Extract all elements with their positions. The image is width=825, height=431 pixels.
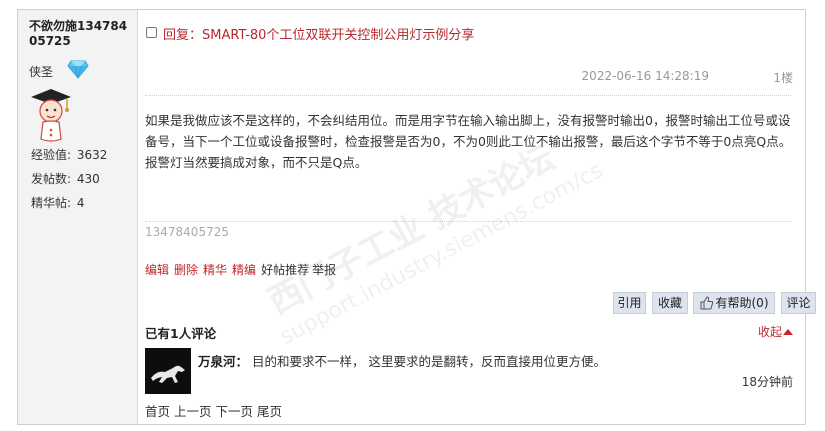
collapse-comments[interactable]: 收起 xyxy=(758,323,793,340)
stat-posts: 发帖数: 430 xyxy=(29,170,100,187)
stat-value: 3632 xyxy=(76,148,108,162)
helpful-label: 有帮助(0) xyxy=(715,296,769,310)
stat-value: 4 xyxy=(76,196,85,210)
comments-header: 已有1人评论 xyxy=(145,326,217,341)
divider xyxy=(145,221,791,222)
stat-essence: 精华帖: 4 xyxy=(29,194,85,211)
post-main: 回复：SMART-80个工位双联开关控制公用灯示例分享 2022-06-16 1… xyxy=(138,10,816,424)
comment-text: 目的和要求不一样， 这里要求的是翻转，反而直接用位更方便。 xyxy=(252,354,606,369)
post-date: 2022-06-16 14:28:19 xyxy=(581,69,709,83)
comment-button[interactable]: 评论 xyxy=(781,292,816,314)
post-title[interactable]: 回复：SMART-80个工位双联开关控制公用灯示例分享 xyxy=(163,24,474,43)
diamond-icon xyxy=(67,59,89,82)
helpful-button[interactable]: 有帮助(0) xyxy=(693,292,775,314)
user-avatar-icon[interactable] xyxy=(29,87,73,148)
select-checkbox[interactable] xyxy=(146,27,157,38)
user-rank: 侠圣 xyxy=(29,65,54,79)
next-page-link[interactable]: 下一页 xyxy=(216,404,254,419)
last-page-link[interactable]: 尾页 xyxy=(257,404,282,419)
collapse-arrow-icon xyxy=(783,329,793,335)
floor-number: 1楼 xyxy=(773,71,793,85)
collapse-label: 收起 xyxy=(757,325,782,339)
user-sidebar: 不欲勿施13478405725 侠圣 经验值: 3632 发帖数: 430 精华… xyxy=(18,10,138,424)
post-container: 不欲勿施13478405725 侠圣 经验值: 3632 发帖数: 430 精华… xyxy=(17,9,816,425)
report-link[interactable]: 举报 xyxy=(312,263,336,277)
stat-experience: 经验值: 3632 xyxy=(29,146,107,163)
edit-link[interactable]: 编辑 xyxy=(145,263,169,277)
username[interactable]: 不欲勿施13478405725 xyxy=(29,19,135,49)
prev-page-link[interactable]: 上一页 xyxy=(174,404,212,419)
fine-edit-link[interactable]: 精编 xyxy=(232,263,256,277)
comment-time: 18分钟前 xyxy=(741,375,793,389)
pagination: 首页 上一页 下一页 尾页 xyxy=(145,401,286,420)
stat-label: 发帖数: xyxy=(31,172,72,186)
delete-link[interactable]: 删除 xyxy=(174,263,198,277)
commenter-name[interactable]: 万泉河： xyxy=(198,351,248,370)
stat-label: 精华帖: xyxy=(31,196,72,210)
essence-link[interactable]: 精华 xyxy=(203,263,227,277)
stat-value: 430 xyxy=(76,172,100,186)
post-actions: 编辑 删除 精华 精编 好帖推荐 举报 xyxy=(145,261,339,278)
quote-button[interactable]: 引用 xyxy=(613,292,646,314)
commenter-avatar[interactable] xyxy=(145,348,191,394)
thumbs-up-icon xyxy=(700,296,714,316)
post-content: 如果是我做应该不是这样的，不会纠结用位。而是用字节在输入输出脚上，没有报警时输出… xyxy=(145,113,792,170)
signature: 13478405725 xyxy=(145,225,229,239)
stat-label: 经验值: xyxy=(31,148,72,162)
favorite-button[interactable]: 收藏 xyxy=(652,292,688,314)
divider xyxy=(145,95,791,96)
first-page-link[interactable]: 首页 xyxy=(145,404,170,419)
recommend-link[interactable]: 好帖推荐 xyxy=(261,263,309,277)
